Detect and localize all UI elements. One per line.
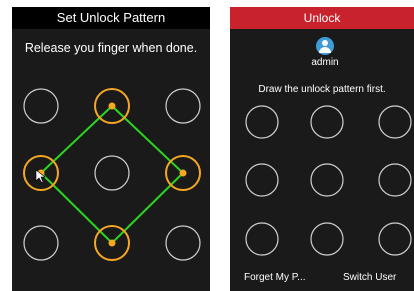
- pattern-dot[interactable]: [94, 155, 130, 191]
- pattern-grid[interactable]: [12, 7, 210, 291]
- pattern-dot[interactable]: [310, 105, 344, 139]
- pattern-dot[interactable]: [245, 222, 279, 256]
- pattern-grid[interactable]: [230, 7, 414, 291]
- pattern-dot[interactable]: [165, 88, 201, 124]
- pattern-dot-center: [179, 169, 187, 177]
- pattern-dot-center: [108, 239, 116, 247]
- pattern-dot[interactable]: [165, 225, 201, 261]
- pattern-path-line: [39, 105, 185, 245]
- pattern-dot[interactable]: [245, 163, 279, 197]
- switch-user-button[interactable]: Switch User: [343, 272, 396, 283]
- pattern-dot[interactable]: [378, 222, 412, 256]
- pattern-dot-center: [108, 102, 116, 110]
- pattern-dot[interactable]: [245, 105, 279, 139]
- forget-pattern-button[interactable]: Forget My P...: [244, 272, 306, 283]
- pattern-dot[interactable]: [378, 105, 412, 139]
- set-pattern-dialog: Set Unlock Pattern Release you finger wh…: [12, 7, 210, 291]
- pattern-dot[interactable]: [23, 88, 59, 124]
- pattern-dot[interactable]: [310, 222, 344, 256]
- pattern-dot[interactable]: [378, 163, 412, 197]
- unlock-dialog: Unlock admin Draw the unlock pattern fir…: [230, 7, 414, 291]
- pattern-dot[interactable]: [23, 225, 59, 261]
- pattern-dot[interactable]: [310, 163, 344, 197]
